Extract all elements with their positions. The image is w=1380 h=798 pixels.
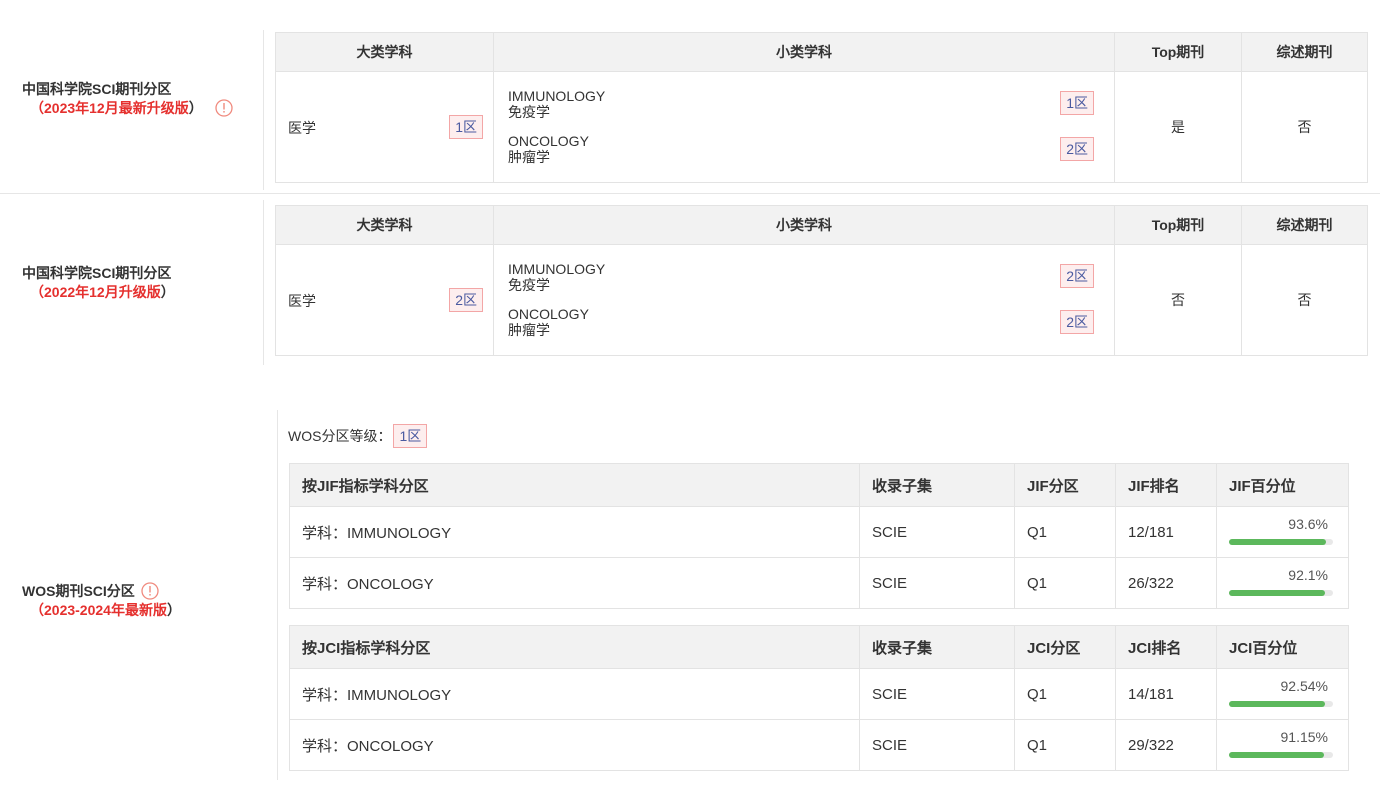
percentile-bar-fill <box>1229 701 1326 707</box>
percentile-value: 91.15% <box>1280 729 1328 745</box>
header-rank: JIF排名 <box>1115 463 1217 507</box>
percentile-cell: 93.6% <box>1216 506 1349 558</box>
quartile-cell: Q1 <box>1014 557 1116 609</box>
header-percentile: JIF百分位 <box>1216 463 1349 507</box>
percentile-bar <box>1229 539 1333 545</box>
zone-badge: 2区 <box>1060 137 1094 161</box>
subject-item: ONCOLOGY 肿瘤学 <box>508 306 589 338</box>
percentile-value: 92.1% <box>1288 567 1328 583</box>
top-value: 是 <box>1114 71 1242 183</box>
wos-level-label: WOS分区等级： <box>288 428 392 444</box>
subject-cell: 学科：ONCOLOGY <box>289 719 860 771</box>
zone-badge: 1区 <box>1060 91 1094 115</box>
quartile-cell: Q1 <box>1014 668 1116 720</box>
cas-2022-label: 中国科学院SCI期刊分区 （2022年12月升级版） <box>22 265 175 300</box>
header-big-subject: 大类学科 <box>275 205 494 245</box>
percentile-bar-fill <box>1229 752 1324 758</box>
zone-badge: 1区 <box>449 115 483 139</box>
subject-item: IMMUNOLOGY 免疫学 <box>508 261 606 293</box>
zone-badge: 2区 <box>449 288 483 312</box>
table-row: 学科：ONCOLOGY SCIE Q1 26/322 92.1% <box>289 557 1349 609</box>
cas-2022-title: 中国科学院SCI期刊分区 <box>22 265 172 281</box>
percentile-cell: 92.54% <box>1216 668 1349 720</box>
set-cell: SCIE <box>859 557 1015 609</box>
zone-badge: 1区 <box>393 424 428 448</box>
table-row: 学科：IMMUNOLOGY SCIE Q1 14/181 92.54% <box>289 668 1349 720</box>
header-set: 收录子集 <box>859 463 1015 507</box>
subject-cell: 学科：IMMUNOLOGY <box>289 506 860 558</box>
set-cell: SCIE <box>859 506 1015 558</box>
cas-2023-label: 中国科学院SCI期刊分区 （2023年12月最新升级版） <box>22 80 262 118</box>
header-set: 收录子集 <box>859 625 1015 669</box>
header-small-subject: 小类学科 <box>493 32 1115 72</box>
header-percentile: JCI百分位 <box>1216 625 1349 669</box>
cas-2022-version: 2022年12月升级版 <box>44 284 161 300</box>
cas-2023-title: 中国科学院SCI期刊分区 <box>22 81 172 97</box>
percentile-bar <box>1229 590 1333 596</box>
top-value: 否 <box>1114 244 1242 356</box>
quartile-cell: Q1 <box>1014 506 1116 558</box>
big-subject: 医学 <box>288 120 316 136</box>
info-icon[interactable] <box>141 582 159 600</box>
jci-table: 按JCI指标学科分区 收录子集 JCI分区 JCI排名 JCI百分位 学科：IM… <box>289 625 1349 771</box>
percentile-bar <box>1229 752 1333 758</box>
divider <box>0 193 1380 194</box>
quartile-cell: Q1 <box>1014 719 1116 771</box>
header-jci-subject: 按JCI指标学科分区 <box>289 625 860 669</box>
header-review: 综述期刊 <box>1241 205 1368 245</box>
cas-2023-table: 大类学科 小类学科 Top期刊 综述期刊 医学 1区 IMMUNOLOGY 免疫… <box>275 32 1368 183</box>
percentile-bar-fill <box>1229 590 1325 596</box>
header-jif-subject: 按JIF指标学科分区 <box>289 463 860 507</box>
header-quartile: JCI分区 <box>1014 625 1116 669</box>
header-small-subject: 小类学科 <box>493 205 1115 245</box>
wos-title: WOS期刊SCI分区 <box>22 583 135 599</box>
percentile-value: 92.54% <box>1280 678 1328 694</box>
wos-level: WOS分区等级： 1区 <box>288 424 428 448</box>
header-top: Top期刊 <box>1114 32 1242 72</box>
big-subject: 医学 <box>288 293 316 309</box>
subject-item: ONCOLOGY 肿瘤学 <box>508 133 589 165</box>
header-rank: JCI排名 <box>1115 625 1217 669</box>
header-quartile: JIF分区 <box>1014 463 1116 507</box>
rank-cell: 14/181 <box>1115 668 1217 720</box>
table-row: 学科：ONCOLOGY SCIE Q1 29/322 91.15% <box>289 719 1349 771</box>
percentile-value: 93.6% <box>1288 516 1328 532</box>
table-row: 学科：IMMUNOLOGY SCIE Q1 12/181 93.6% <box>289 506 1349 558</box>
wos-version: 2023-2024年最新版 <box>44 602 167 618</box>
jif-table: 按JIF指标学科分区 收录子集 JIF分区 JIF排名 JIF百分位 学科：IM… <box>289 463 1349 609</box>
zone-badge: 2区 <box>1060 264 1094 288</box>
percentile-bar <box>1229 701 1333 707</box>
rank-cell: 29/322 <box>1115 719 1217 771</box>
header-review: 综述期刊 <box>1241 32 1368 72</box>
review-value: 否 <box>1241 71 1368 183</box>
subject-item: IMMUNOLOGY 免疫学 <box>508 88 606 120</box>
zone-badge: 2区 <box>1060 310 1094 334</box>
percentile-cell: 92.1% <box>1216 557 1349 609</box>
header-big-subject: 大类学科 <box>275 32 494 72</box>
info-icon[interactable] <box>214 99 233 117</box>
review-value: 否 <box>1241 244 1368 356</box>
cas-2022-table: 大类学科 小类学科 Top期刊 综述期刊 医学 2区 IMMUNOLOGY 免疫… <box>275 205 1368 356</box>
header-top: Top期刊 <box>1114 205 1242 245</box>
rank-cell: 12/181 <box>1115 506 1217 558</box>
set-cell: SCIE <box>859 668 1015 720</box>
rank-cell: 26/322 <box>1115 557 1217 609</box>
set-cell: SCIE <box>859 719 1015 771</box>
cas-2023-version: 2023年12月最新升级版 <box>44 100 189 116</box>
percentile-cell: 91.15% <box>1216 719 1349 771</box>
subject-cell: 学科：ONCOLOGY <box>289 557 860 609</box>
subject-cell: 学科：IMMUNOLOGY <box>289 668 860 720</box>
percentile-bar-fill <box>1229 539 1327 545</box>
wos-label: WOS期刊SCI分区 （2023-2024年最新版） <box>22 582 181 618</box>
